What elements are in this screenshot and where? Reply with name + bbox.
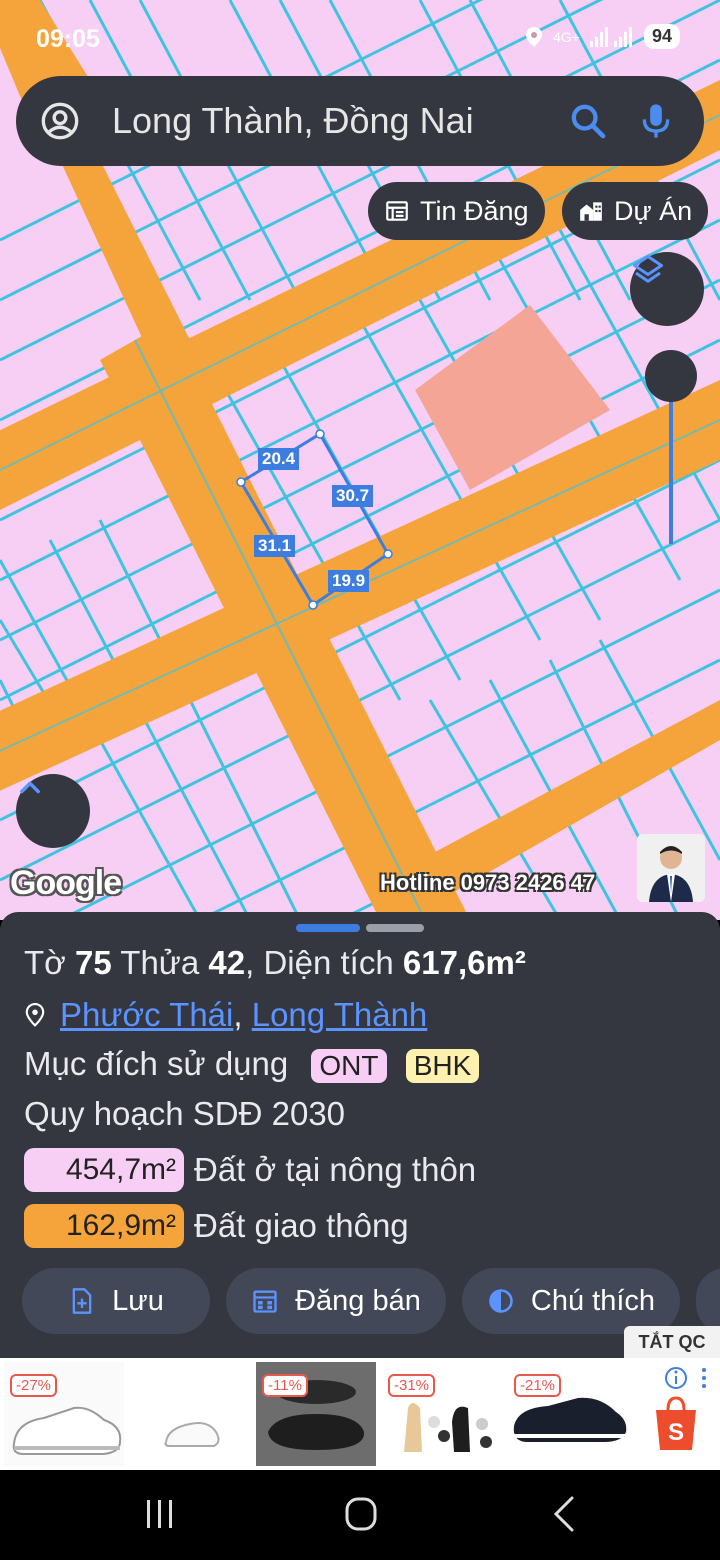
close-ads-button[interactable]: TẮT QC (624, 1326, 720, 1358)
zone-label: Đất ở tại nông thôn (194, 1151, 477, 1188)
post-sale-button[interactable]: Đăng bán (226, 1268, 446, 1334)
zone-row: 162,9m² Đất giao thông (24, 1204, 409, 1248)
account-icon[interactable] (40, 101, 80, 141)
district-link[interactable]: Long Thành (252, 996, 428, 1033)
zone-area: 162,9m² (24, 1204, 184, 1248)
calendar-icon (253, 1290, 277, 1313)
projects-chip[interactable]: Dự Án (562, 182, 709, 240)
save-button-label: Lưu (112, 1284, 164, 1317)
system-nav-bar (0, 1470, 720, 1560)
discount-badge: -31% (388, 1374, 436, 1397)
ad-product[interactable] (130, 1362, 250, 1466)
save-button[interactable]: Lưu (22, 1268, 210, 1334)
edge-length-label: 20.4 (258, 448, 300, 470)
edge-length-label: 31.1 (254, 535, 296, 557)
ad-banner[interactable]: -27% -11% -31% -21% S (0, 1358, 720, 1470)
zone-area: 454,7m² (24, 1148, 184, 1192)
land-use-tag: BHK (405, 1049, 480, 1083)
ward-link[interactable]: Phước Thái (60, 996, 233, 1033)
layers-icon (633, 255, 663, 283)
ad-product[interactable]: -31% (382, 1362, 502, 1466)
projects-chip-label: Dự Án (614, 195, 693, 226)
status-bar: 09:05 4G+ 94 (0, 0, 720, 76)
panel-handle-active[interactable] (296, 924, 360, 932)
location-pin-icon (25, 1003, 45, 1027)
search-input[interactable]: Long Thành, Đồng Nai (112, 100, 568, 142)
edge-length-label: 19.9 (328, 570, 370, 592)
network-type: 4G+ (553, 28, 580, 45)
discount-badge: -27% (10, 1374, 58, 1397)
land-use-tag: ONT (311, 1049, 387, 1083)
recent-apps-icon[interactable] (147, 1500, 172, 1528)
legend-button[interactable]: Chú thích (462, 1268, 680, 1334)
hotline-text[interactable]: Hotline 0973 2426 47 (380, 870, 595, 896)
land-use-purpose: Mục đích sử dụng ONT BHK (24, 1045, 480, 1083)
back-icon[interactable] (553, 1496, 574, 1532)
contrast-icon (489, 1289, 513, 1313)
signal-icon (589, 26, 632, 47)
discount-badge: -21% (514, 1374, 562, 1397)
parcel-location: Phước Thái, Long Thành (24, 996, 427, 1034)
expand-panel-button[interactable] (16, 774, 90, 848)
buildings-icon (580, 202, 602, 221)
agent-avatar[interactable] (637, 834, 705, 902)
svg-text:S: S (668, 1419, 684, 1446)
panel-handle[interactable] (366, 924, 424, 932)
listings-chip-label: Tin Đăng (420, 195, 529, 226)
ad-info[interactable]: S (640, 1362, 720, 1466)
parcel-title: Tờ 75 Thửa 42, Diện tích 617,6m² (24, 944, 526, 981)
post-sale-button-label: Đăng bán (295, 1284, 421, 1317)
search-bar[interactable]: Long Thành, Đồng Nai (16, 76, 704, 166)
newspaper-icon (386, 201, 408, 221)
microphone-icon[interactable] (636, 101, 676, 141)
ad-product[interactable]: -21% (508, 1362, 628, 1466)
battery-level: 94 (643, 24, 680, 49)
legend-button-label: Chú thích (530, 1284, 656, 1317)
search-icon[interactable] (568, 101, 608, 141)
opacity-slider-handle[interactable] (645, 350, 697, 402)
plan-title: Quy hoạch SDĐ 2030 (24, 1095, 346, 1132)
ad-product[interactable]: -27% (4, 1362, 124, 1466)
chevron-up-icon (20, 781, 40, 794)
listings-chip[interactable]: Tin Đăng (368, 182, 545, 240)
edge-length-label: 30.7 (332, 485, 374, 507)
zone-label: Đất giao thông (194, 1207, 409, 1244)
google-logo: Google (10, 864, 122, 902)
zone-row: 454,7m² Đất ở tại nông thôn (24, 1148, 476, 1192)
home-icon[interactable] (345, 1497, 377, 1531)
status-time: 09:05 (36, 25, 100, 53)
ad-product[interactable]: -11% (256, 1362, 376, 1466)
layers-button[interactable] (630, 252, 704, 326)
discount-badge: -11% (262, 1374, 308, 1397)
location-icon (526, 26, 543, 47)
add-file-icon (72, 1288, 92, 1314)
